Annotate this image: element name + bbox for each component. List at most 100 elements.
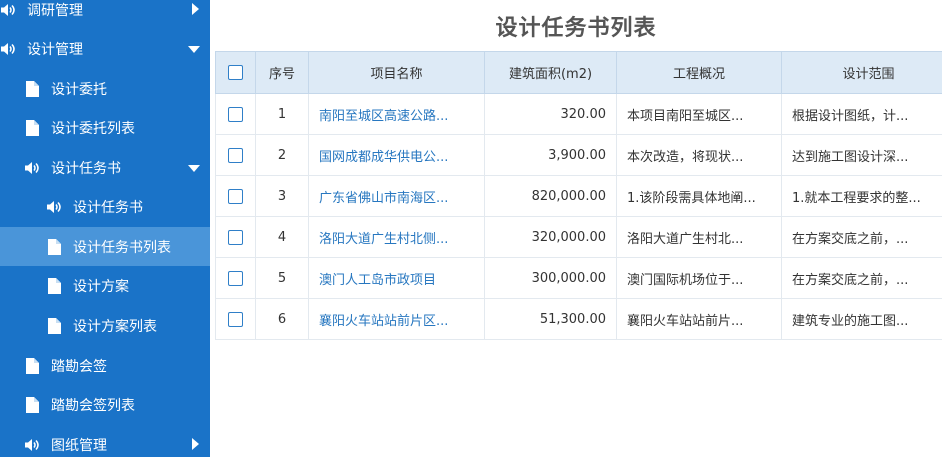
- cell-overview: 本项目南阳至城区...: [616, 93, 782, 135]
- project-name-link[interactable]: 澳门人工岛市政项目: [319, 273, 436, 288]
- cell-scope: 1.就本工程要求的整...: [781, 175, 942, 217]
- cell-area: 320.00: [484, 93, 617, 135]
- sidebar-item-label: 设计任务书: [51, 160, 121, 177]
- sidebar-item-design-brief-sub[interactable]: 设计任务书: [0, 187, 210, 226]
- cell-index: 2: [255, 134, 309, 176]
- sidebar-item-label: 设计管理: [27, 41, 83, 58]
- cell-index: 6: [255, 298, 309, 340]
- project-name-link[interactable]: 广东省佛山市南海区...: [319, 191, 448, 206]
- speaker-icon: [24, 160, 40, 176]
- row-checkbox[interactable]: [228, 106, 243, 122]
- caret-right-icon: [192, 438, 199, 450]
- row-select-cell: [215, 298, 256, 340]
- sidebar-item-site-survey-list[interactable]: 踏勘会签列表: [0, 385, 210, 424]
- main-content: 设计任务书列表 序号 项目名称 建筑面积(m2) 工程概况 设计范围 1 南阳至…: [210, 0, 942, 457]
- cell-scope: 建筑专业的施工图...: [781, 298, 942, 340]
- table-container: 序号 项目名称 建筑面积(m2) 工程概况 设计范围 1 南阳至城区高速公路..…: [215, 51, 942, 341]
- cell-index: 4: [255, 216, 309, 258]
- cell-overview: 澳门国际机场位于...: [616, 257, 782, 299]
- table-row[interactable]: 3 广东省佛山市南海区... 820,000.00 1.该阶段需具体地阐... …: [215, 175, 942, 217]
- cell-scope: 达到施工图设计深...: [781, 134, 942, 176]
- row-checkbox[interactable]: [228, 229, 243, 245]
- row-select-cell: [215, 175, 256, 217]
- sidebar-item-design-brief[interactable]: 设计任务书: [0, 148, 210, 187]
- sidebar-item-label: 调研管理: [27, 2, 83, 19]
- sidebar-item-design-management[interactable]: 设计管理: [0, 29, 210, 68]
- sidebar-item-design-commission-list[interactable]: 设计委托列表: [0, 108, 210, 147]
- cell-scope: 根据设计图纸，计...: [781, 93, 942, 135]
- select-all-header: [215, 51, 256, 94]
- row-select-cell: [215, 134, 256, 176]
- cell-project-name: 南阳至城区高速公路...: [308, 93, 485, 135]
- cell-area: 3,900.00: [484, 134, 617, 176]
- document-icon: [46, 277, 62, 294]
- document-icon: [24, 396, 40, 413]
- row-select-cell: [215, 257, 256, 299]
- table-row[interactable]: 5 澳门人工岛市政项目 300,000.00 澳门国际机场位于... 在方案交底…: [215, 257, 942, 299]
- document-icon: [24, 80, 40, 97]
- sidebar-item-survey-management[interactable]: 调研管理: [0, 0, 210, 29]
- document-icon: [24, 119, 40, 136]
- column-header-name[interactable]: 项目名称: [308, 51, 485, 94]
- column-header-overview[interactable]: 工程概况: [616, 51, 782, 94]
- speaker-icon: [0, 41, 16, 57]
- cell-overview: 洛阳大道广生村北...: [616, 216, 782, 258]
- document-icon: [46, 317, 62, 334]
- sidebar-item-label: 设计方案: [73, 278, 129, 295]
- column-header-scope[interactable]: 设计范围: [781, 51, 942, 94]
- sidebar-item-label: 设计任务书: [73, 199, 143, 216]
- sidebar-item-site-survey[interactable]: 踏勘会签: [0, 346, 210, 385]
- table-row[interactable]: 6 襄阳火车站站前片区... 51,300.00 襄阳火车站站前片... 建筑专…: [215, 298, 942, 340]
- cell-project-name: 国网成都成华供电公...: [308, 134, 485, 176]
- sidebar-item-label: 踏勘会签: [51, 358, 107, 375]
- cell-index: 1: [255, 93, 309, 135]
- row-select-cell: [215, 93, 256, 135]
- sidebar: 调研管理 设计管理 设计委托 设计委托列表 设计任务书 设计任务书 设计任务书列…: [0, 0, 210, 457]
- project-name-link[interactable]: 洛阳大道广生村北侧...: [319, 232, 448, 247]
- cell-scope: 在方案交底之前，...: [781, 216, 942, 258]
- sidebar-item-label: 图纸管理: [51, 437, 107, 454]
- column-header-area[interactable]: 建筑面积(m2): [484, 51, 617, 94]
- cell-overview: 本次改造，将现状...: [616, 134, 782, 176]
- document-icon: [46, 238, 62, 255]
- cell-project-name: 澳门人工岛市政项目: [308, 257, 485, 299]
- sidebar-item-design-scheme-list[interactable]: 设计方案列表: [0, 306, 210, 345]
- project-name-link[interactable]: 南阳至城区高速公路...: [319, 109, 448, 124]
- row-checkbox[interactable]: [228, 311, 243, 327]
- sidebar-item-drawing-management[interactable]: 图纸管理: [0, 425, 210, 457]
- sidebar-item-label: 设计方案列表: [73, 318, 157, 335]
- caret-right-icon: [192, 3, 199, 15]
- table-row[interactable]: 1 南阳至城区高速公路... 320.00 本项目南阳至城区... 根据设计图纸…: [215, 93, 942, 135]
- cell-index: 3: [255, 175, 309, 217]
- row-checkbox[interactable]: [228, 188, 243, 204]
- row-checkbox[interactable]: [228, 270, 243, 286]
- cell-area: 51,300.00: [484, 298, 617, 340]
- row-checkbox[interactable]: [228, 147, 243, 163]
- sidebar-item-design-commission[interactable]: 设计委托: [0, 69, 210, 108]
- table-row[interactable]: 4 洛阳大道广生村北侧... 320,000.00 洛阳大道广生村北... 在方…: [215, 216, 942, 258]
- select-all-checkbox[interactable]: [228, 65, 243, 80]
- document-icon: [24, 357, 40, 374]
- cell-scope: 在方案交底之前，...: [781, 257, 942, 299]
- cell-area: 820,000.00: [484, 175, 617, 217]
- column-header-index[interactable]: 序号: [255, 51, 309, 94]
- cell-index: 5: [255, 257, 309, 299]
- sidebar-item-label: 踏勘会签列表: [51, 397, 135, 414]
- row-select-cell: [215, 216, 256, 258]
- cell-area: 300,000.00: [484, 257, 617, 299]
- project-name-link[interactable]: 国网成都成华供电公...: [319, 150, 448, 165]
- page-title: 设计任务书列表: [495, 16, 657, 41]
- sidebar-item-design-brief-list[interactable]: 设计任务书列表: [0, 227, 210, 266]
- speaker-icon: [24, 437, 40, 453]
- speaker-icon: [46, 199, 62, 215]
- cell-project-name: 襄阳火车站站前片区...: [308, 298, 485, 340]
- cell-area: 320,000.00: [484, 216, 617, 258]
- design-brief-table: 序号 项目名称 建筑面积(m2) 工程概况 设计范围 1 南阳至城区高速公路..…: [215, 51, 942, 340]
- cell-overview: 1.该阶段需具体地阐...: [616, 175, 782, 217]
- sidebar-item-label: 设计委托列表: [51, 120, 135, 137]
- table-row[interactable]: 2 国网成都成华供电公... 3,900.00 本次改造，将现状... 达到施工…: [215, 134, 942, 176]
- sidebar-item-design-scheme[interactable]: 设计方案: [0, 266, 210, 305]
- speaker-icon: [0, 2, 16, 18]
- project-name-link[interactable]: 襄阳火车站站前片区...: [319, 314, 448, 329]
- cell-overview: 襄阳火车站站前片...: [616, 298, 782, 340]
